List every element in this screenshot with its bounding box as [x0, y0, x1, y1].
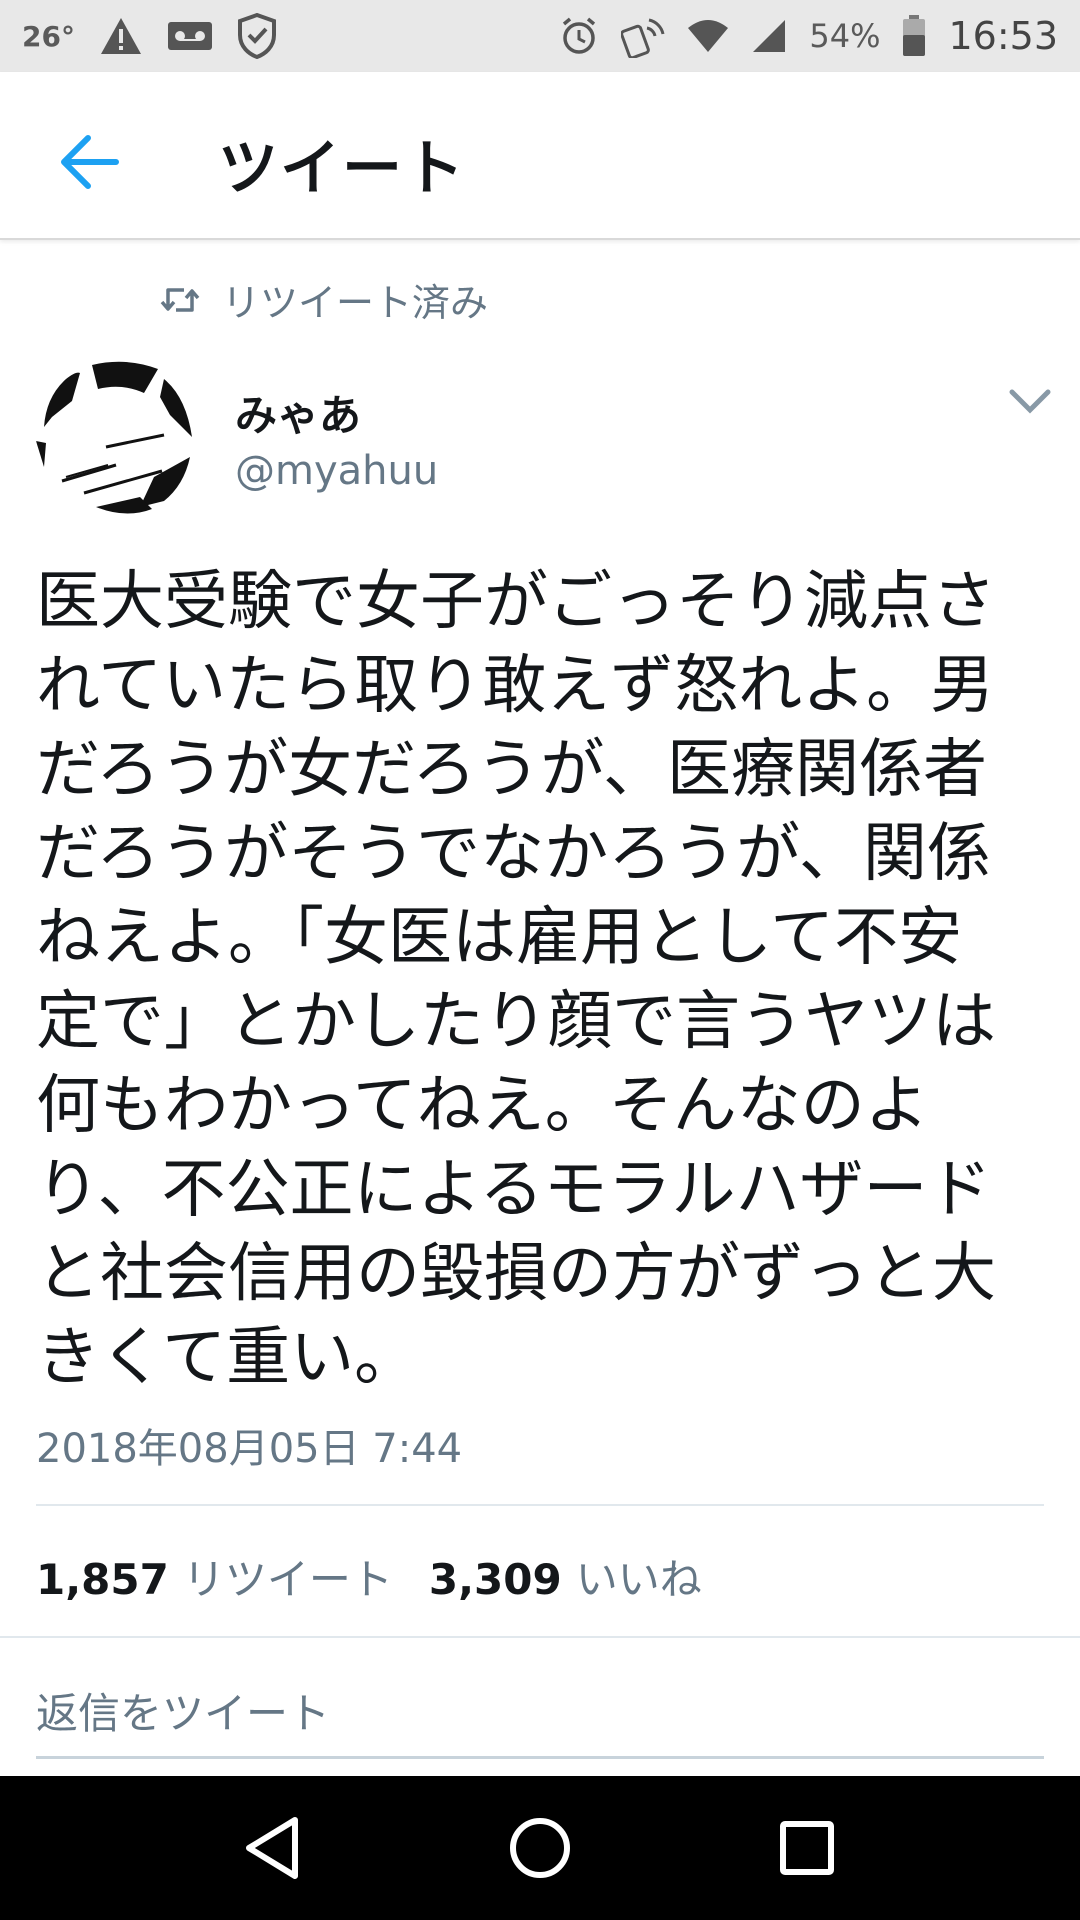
battery-icon: [902, 15, 926, 57]
tweet-text-line: だろうがそうでなかろうが、関係: [36, 817, 991, 891]
signal-icon: [751, 18, 787, 54]
tweet-text-line: れていたら取り敢えず怒れよ。男: [36, 649, 995, 723]
tweet-text-line: ねえよ。「女医は雇用として不安: [36, 901, 963, 975]
like-count-label[interactable]: いいね: [576, 1546, 702, 1607]
square-recents-icon: [779, 1821, 834, 1875]
nav-recents-button[interactable]: [757, 1798, 857, 1898]
nfc-icon: [621, 14, 665, 58]
tweet-timestamp: 2018年08月05日 7:44: [36, 1426, 463, 1472]
nav-back-button[interactable]: [223, 1798, 323, 1898]
divider: [0, 1636, 1080, 1638]
app-bar: ツイート: [0, 72, 1080, 240]
more-options-button[interactable]: [1006, 384, 1054, 420]
tweet-text: 医大受験で女子がごっそり減点さ れていたら取り敢えず怒れよ。男 だろうが女だろう…: [36, 560, 1046, 1400]
user-handle[interactable]: @myahuu: [235, 448, 438, 494]
navigation-bar: [0, 1776, 1080, 1920]
tweet-text-line: 定で」とかしたり顔で言うヤツは: [36, 985, 996, 1059]
arrow-left-icon: [61, 135, 119, 189]
tweet-text-line: と社会信用の毀損の方がずっと大: [36, 1237, 996, 1311]
warning-icon: [99, 16, 143, 56]
display-name[interactable]: みゃあ: [235, 382, 361, 443]
tweet-text-line: だろうが女だろうが、医療関係者: [36, 733, 988, 807]
tweet-text-line: り、不公正によるモラルハザード: [36, 1153, 992, 1227]
triangle-back-icon: [246, 1817, 299, 1879]
clock-time: 16:53: [948, 14, 1058, 58]
divider: [36, 1504, 1044, 1506]
back-button[interactable]: [50, 122, 130, 202]
reply-input[interactable]: 返信をツイート: [36, 1680, 330, 1741]
reply-input-underline: [36, 1756, 1044, 1759]
chevron-down-icon: [1009, 389, 1051, 414]
retweeted-label: リツイート済み: [222, 281, 489, 325]
nav-home-button[interactable]: [490, 1798, 590, 1898]
retweeted-indicator: リツイート済み: [160, 272, 488, 327]
alarm-icon: [559, 16, 599, 56]
tweet-text-line: きくて重い。: [36, 1321, 419, 1395]
page-title: ツイート: [218, 134, 466, 204]
tweet-text-line: 医大受験で女子がごっそり減点さ: [36, 565, 996, 639]
retweet-count[interactable]: 1,857: [36, 1555, 169, 1604]
status-bar: 26° 54% 16:53: [0, 0, 1080, 72]
tweet-stats: 1,857 リツイート 3,309 いいね: [36, 1546, 738, 1607]
like-count[interactable]: 3,309: [429, 1555, 562, 1604]
voicemail-icon: [167, 21, 213, 51]
tweet-text-line: 何もわかってねえ。そんなのよ: [36, 1069, 929, 1143]
avatar[interactable]: [36, 357, 198, 519]
retweet-icon: [160, 287, 200, 312]
retweet-count-label[interactable]: リツイート: [183, 1546, 393, 1607]
battery-percent: 54%: [809, 17, 881, 55]
circle-home-icon: [509, 1818, 570, 1878]
temperature-text: 26°: [22, 19, 75, 53]
wifi-icon: [687, 18, 729, 54]
shield-icon: [237, 13, 277, 59]
